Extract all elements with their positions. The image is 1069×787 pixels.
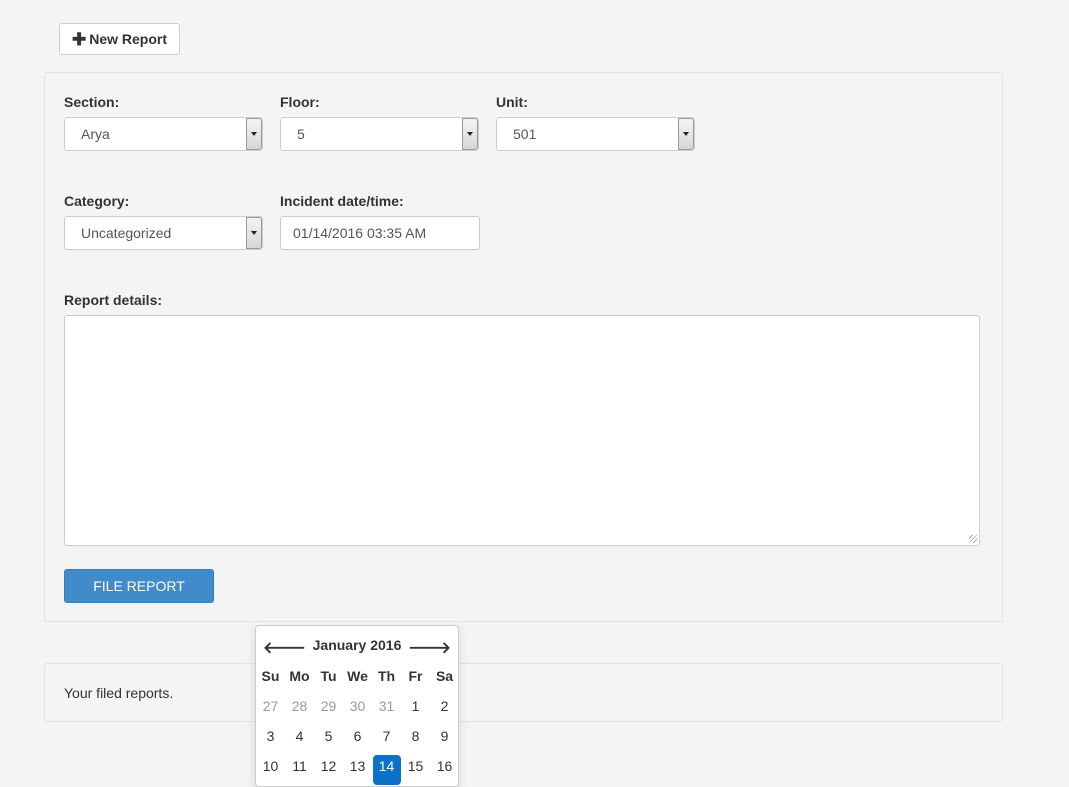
- weekday-label: Su: [261, 668, 280, 684]
- day-cell[interactable]: 31: [372, 695, 401, 725]
- unit-value: 501: [513, 126, 537, 142]
- category-select[interactable]: Uncategorized: [64, 216, 263, 250]
- chevron-down-icon[interactable]: [246, 118, 262, 150]
- datepicker-weekday-row: Su Mo Tu We Th Fr Sa: [256, 665, 458, 695]
- selected-day-cell[interactable]: 14: [372, 755, 401, 785]
- datepicker-popup: 🡐 January 2016 🡒 Su Mo Tu We Th Fr Sa 27…: [255, 625, 459, 787]
- weekday-label: We: [347, 668, 368, 684]
- datepicker-week: 10 11 12 13 14 15 16: [256, 755, 458, 785]
- day-cell[interactable]: 28: [285, 695, 314, 725]
- file-report-button[interactable]: FILE REPORT: [64, 569, 214, 603]
- chevron-down-icon[interactable]: [678, 118, 694, 150]
- day-cell[interactable]: 10: [256, 755, 285, 785]
- day-cell[interactable]: 15: [401, 755, 430, 785]
- unit-select[interactable]: 501: [496, 117, 695, 151]
- filed-reports-text: Your filed reports.: [64, 685, 174, 701]
- datepicker-header: 🡐 January 2016 🡒: [256, 636, 458, 658]
- chevron-down-icon[interactable]: [462, 118, 478, 150]
- report-details-textarea[interactable]: [64, 315, 980, 546]
- day-cell[interactable]: 3: [256, 725, 285, 755]
- day-cell[interactable]: 27: [256, 695, 285, 725]
- floor-value: 5: [297, 126, 305, 142]
- plus-icon: ✚: [71, 29, 87, 49]
- filed-reports-panel: Your filed reports.: [44, 663, 1003, 722]
- day-cell[interactable]: 6: [343, 725, 372, 755]
- new-report-label: New Report: [89, 31, 168, 47]
- floor-select[interactable]: 5: [280, 117, 479, 151]
- category-value: Uncategorized: [81, 225, 172, 241]
- unit-label: Unit:: [496, 94, 528, 110]
- day-cell[interactable]: 16: [430, 755, 458, 785]
- day-cell[interactable]: 13: [343, 755, 372, 785]
- chevron-down-icon[interactable]: [246, 217, 262, 249]
- report-details-label: Report details:: [64, 292, 163, 308]
- weekday-label: Sa: [435, 668, 454, 684]
- weekday-label: Tu: [320, 668, 337, 684]
- day-cell[interactable]: 12: [314, 755, 343, 785]
- weekday-label: Fr: [408, 668, 423, 684]
- incident-datetime-value: 01/14/2016 03:35 AM: [293, 225, 427, 241]
- day-cell[interactable]: 29: [314, 695, 343, 725]
- resize-grip-icon[interactable]: [969, 535, 977, 543]
- weekday-label: Th: [377, 668, 396, 684]
- day-cell[interactable]: 7: [372, 725, 401, 755]
- day-cell[interactable]: 4: [285, 725, 314, 755]
- day-cell[interactable]: 11: [285, 755, 314, 785]
- datepicker-week: 3 4 5 6 7 8 9: [256, 725, 458, 755]
- day-cell[interactable]: 8: [401, 725, 430, 755]
- datepicker-week: 27 28 29 30 31 1 2: [256, 695, 458, 725]
- new-report-button[interactable]: ✚ New Report: [59, 23, 180, 55]
- day-cell[interactable]: 30: [343, 695, 372, 725]
- incident-label: Incident date/time:: [280, 193, 404, 209]
- section-select[interactable]: Arya: [64, 117, 263, 151]
- day-cell[interactable]: 5: [314, 725, 343, 755]
- floor-label: Floor:: [280, 94, 320, 110]
- section-label: Section:: [64, 94, 120, 110]
- incident-datetime-input[interactable]: 01/14/2016 03:35 AM: [280, 216, 480, 250]
- category-label: Category:: [64, 193, 130, 209]
- section-value: Arya: [81, 126, 110, 142]
- day-cell[interactable]: 9: [430, 725, 458, 755]
- selected-day-label: 14: [372, 755, 401, 785]
- weekday-label: Mo: [289, 668, 310, 684]
- arrow-right-icon[interactable]: 🡒: [408, 637, 451, 658]
- day-cell[interactable]: 2: [430, 695, 458, 725]
- datepicker-grid: Su Mo Tu We Th Fr Sa 27 28 29 30 31 1 2 …: [256, 665, 458, 785]
- day-cell[interactable]: 1: [401, 695, 430, 725]
